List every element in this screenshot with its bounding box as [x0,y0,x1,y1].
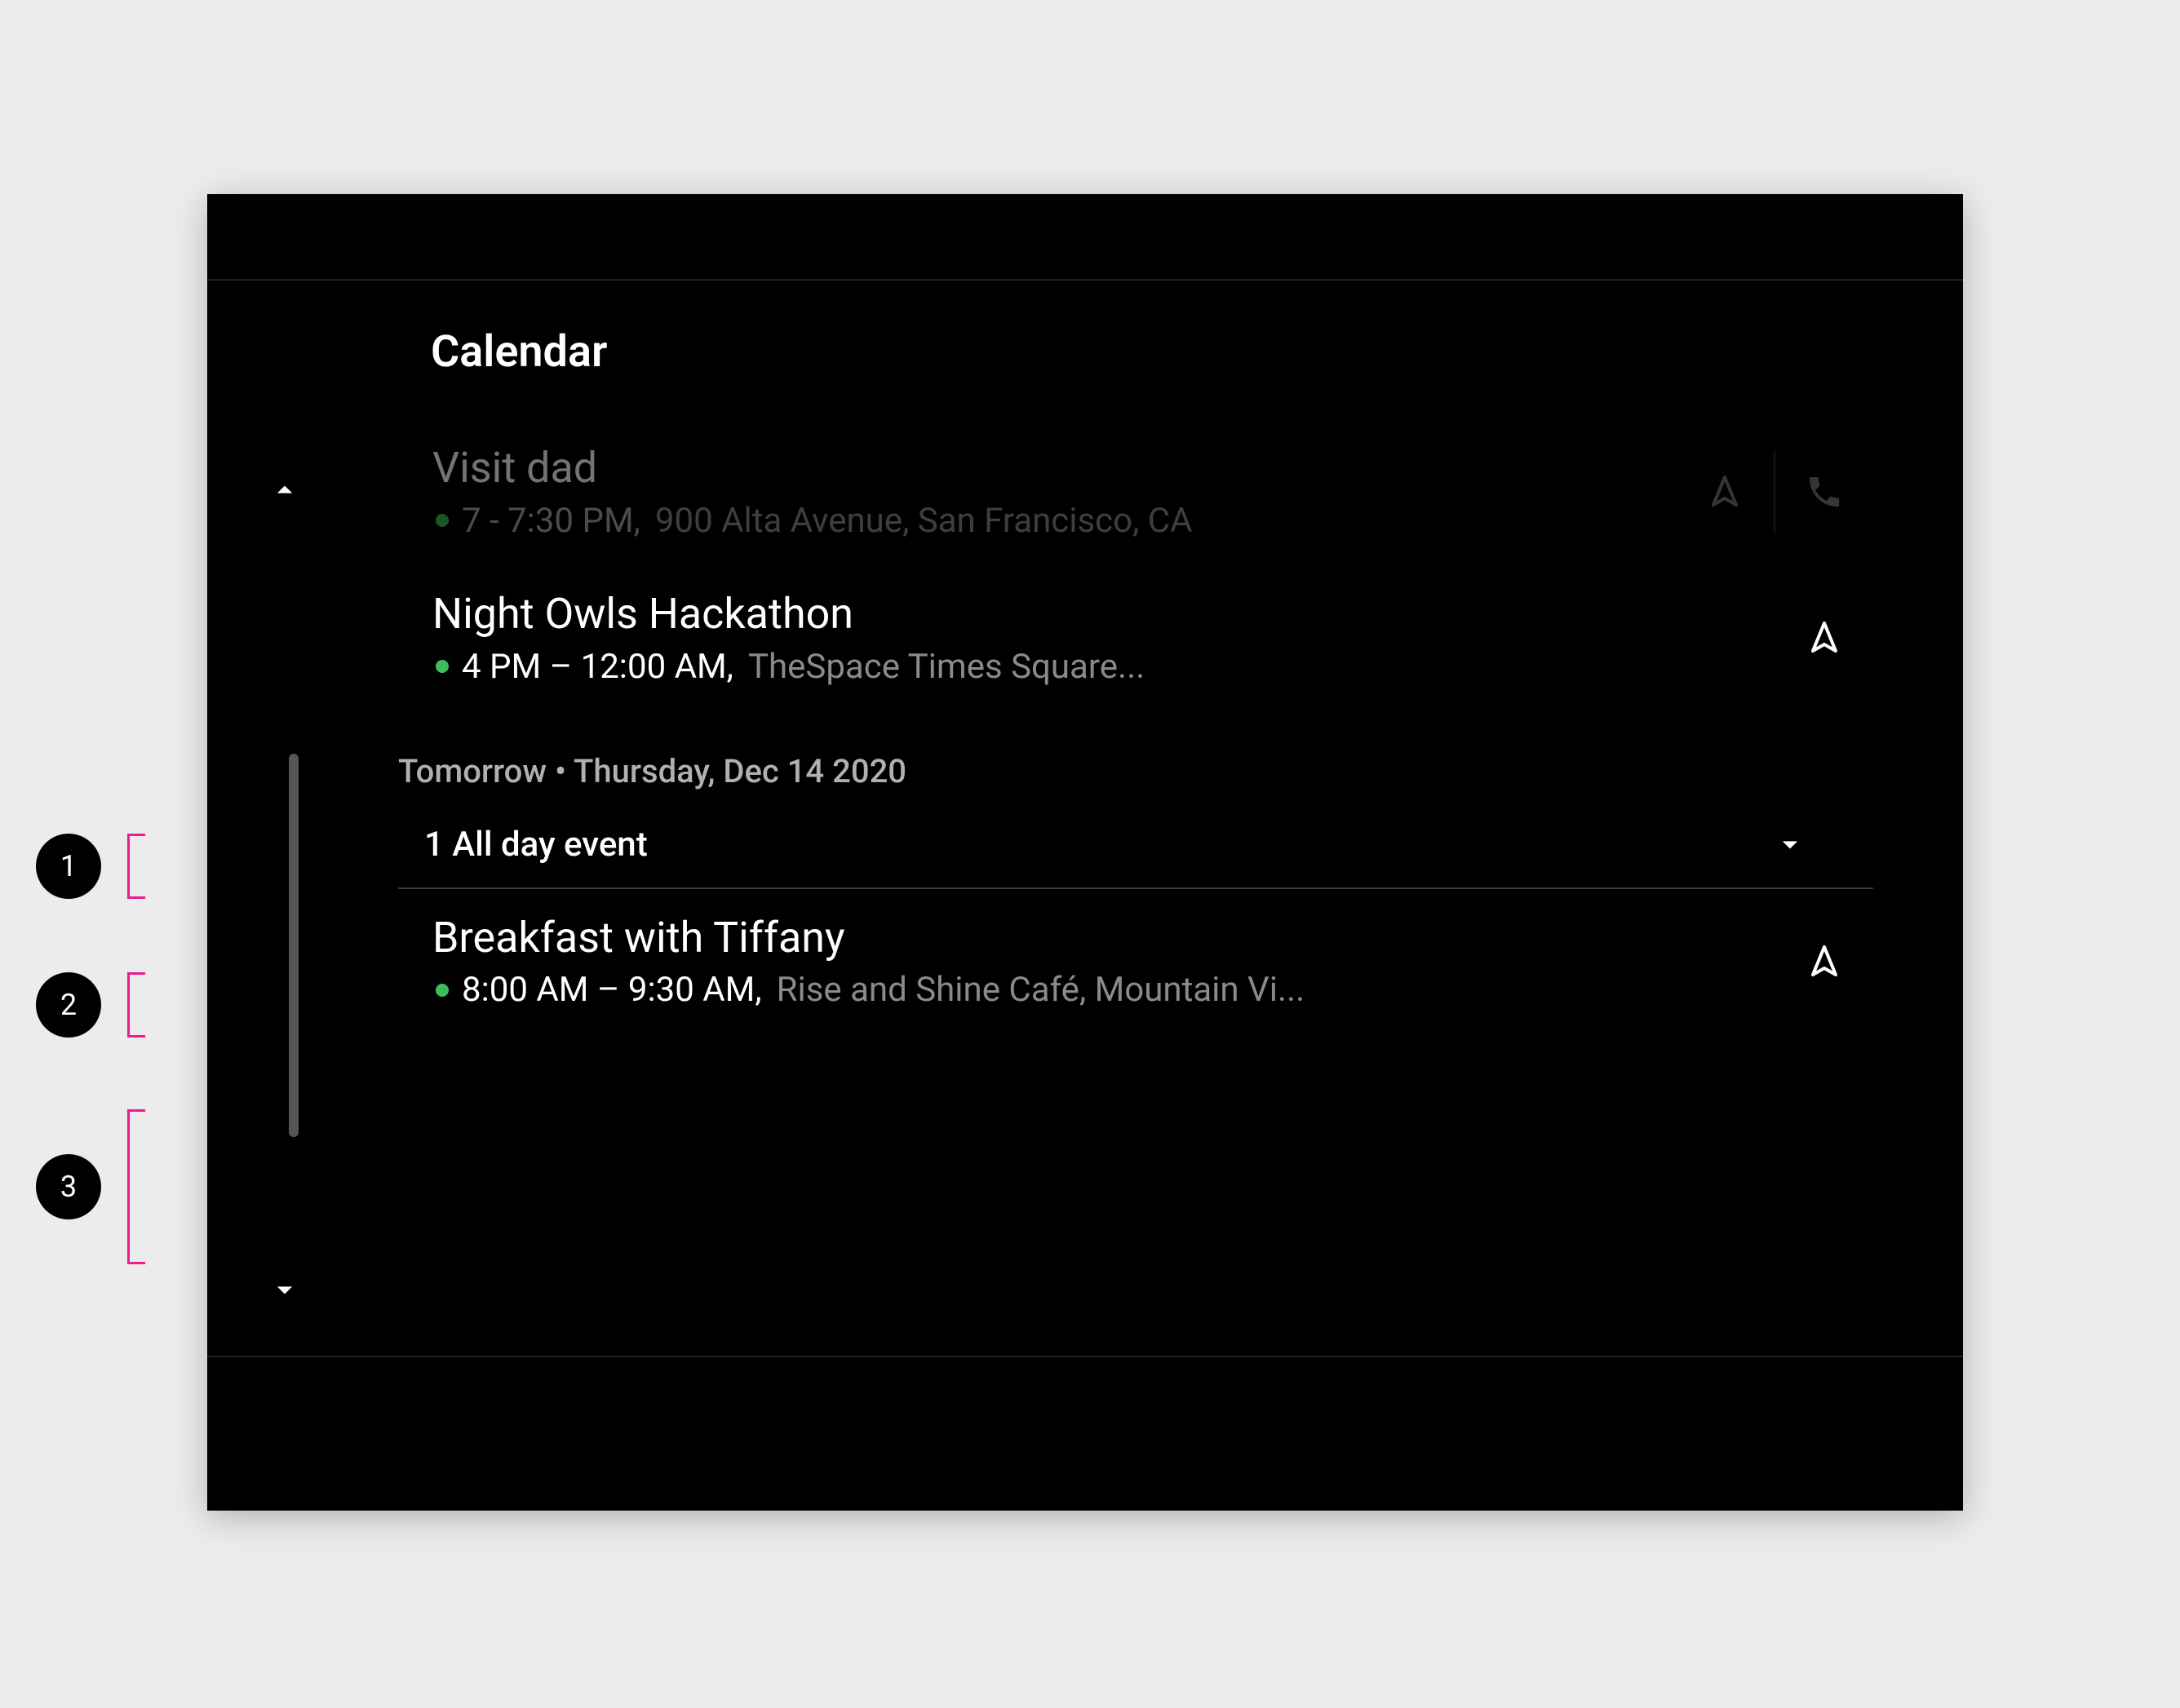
chevron-down-icon [267,1272,303,1308]
event-time: 8:00 AM – 9:30 AM, [462,970,762,1010]
event-actions [1775,917,1873,1007]
scroll-rail [207,281,370,1356]
navigation-arrow-icon [1805,942,1844,981]
all-day-toggle[interactable]: 1 All day event [398,802,1873,889]
nav-bar [207,1356,1963,1511]
scrollbar-thumb[interactable] [289,754,299,1137]
event-subtitle: 8:00 AM – 9:30 AM, Rise and Shine Café, … [428,970,1873,1010]
phone-icon [1805,472,1844,511]
event-row[interactable]: Visit dad 7 - 7:30 PM, 900 Alta Avenue, … [428,419,1873,565]
event-actions [1775,593,1873,683]
annotation-2: 2 [36,972,145,1038]
navigate-button[interactable] [1775,593,1873,683]
expand-icon-wrap [1772,826,1808,862]
scroll-down-button[interactable] [264,1269,305,1310]
device-screen: Calendar Visit dad 7 - 7:30 PM, 9 [207,194,1963,1511]
annotation-number: 3 [36,1154,101,1219]
annotation-number: 1 [36,834,101,899]
call-button[interactable] [1775,447,1873,537]
annotation-1: 1 [36,834,145,899]
event-title: Night Owls Hackathon [432,590,1873,639]
event-row[interactable]: Breakfast with Tiffany 8:00 AM – 9:30 AM… [428,889,1873,1035]
navigate-button[interactable] [1775,917,1873,1007]
event-location: 900 Alta Avenue, San Francisco, CA [655,501,1193,541]
section-header: Tomorrow • Thursday, Dec 14 2020 [398,752,1873,790]
event-location: TheSpace Times Square... [748,647,1145,687]
chevron-up-icon [267,472,303,508]
event-time: 7 - 7:30 PM, [462,501,640,541]
annotation-bracket [127,834,145,899]
calendar-color-dot [436,984,449,997]
event-list[interactable]: Visit dad 7 - 7:30 PM, 900 Alta Avenue, … [428,419,1873,1356]
stage: 1 2 3 Calendar [0,0,2180,1708]
annotation-bracket [127,972,145,1038]
chevron-down-icon [1772,826,1808,862]
event-location: Rise and Shine Café, Mountain Vi... [777,970,1305,1010]
calendar-color-dot [436,660,449,673]
event-title: Breakfast with Tiffany [432,914,1873,962]
annotation-number: 2 [36,972,101,1038]
event-title: Visit dad [432,444,1873,493]
event-row[interactable]: Night Owls Hackathon 4 PM – 12:00 AM, Th… [428,565,1873,711]
app-title: Calendar [431,326,607,378]
status-bar [207,194,1963,281]
event-time: 4 PM – 12:00 AM, [462,647,733,687]
event-subtitle: 7 - 7:30 PM, 900 Alta Avenue, San Franci… [428,501,1873,541]
navigate-button[interactable] [1676,447,1774,537]
all-day-label: 1 All day event [424,825,648,865]
annotation-3: 3 [36,1109,145,1264]
scroll-up-button[interactable] [264,470,305,511]
event-actions [1676,447,1873,537]
navigation-arrow-icon [1705,472,1744,511]
annotation-bracket [127,1109,145,1264]
event-subtitle: 4 PM – 12:00 AM, TheSpace Times Square..… [428,647,1873,687]
navigation-arrow-icon [1805,618,1844,657]
app-content: Calendar Visit dad 7 - 7:30 PM, 9 [207,281,1963,1356]
calendar-color-dot [436,514,449,527]
